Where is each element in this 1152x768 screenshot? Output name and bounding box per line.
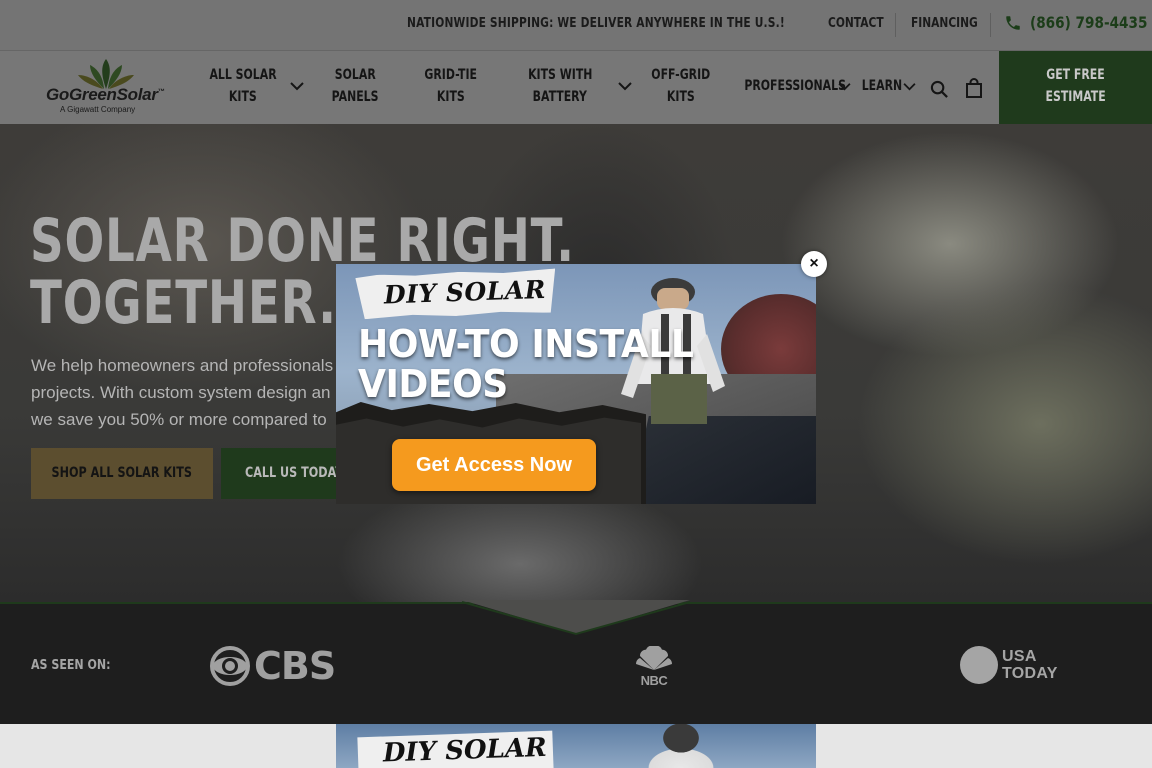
today-text: TODAY xyxy=(1002,665,1058,682)
popup-headline: HOW-TO INSTALL VIDEOS xyxy=(358,322,694,406)
section-divider-notch xyxy=(462,600,690,636)
get-access-now-button[interactable]: Get Access Now xyxy=(392,439,596,491)
contact-link[interactable]: CONTACT xyxy=(828,16,884,31)
chevron-down-icon[interactable] xyxy=(838,82,851,91)
diy-solar-tag: DIY SOLAR xyxy=(357,730,554,768)
diy-solar-video-thumbnail[interactable]: DIY SOLAR xyxy=(336,724,816,768)
cbs-logo: CBS xyxy=(210,644,336,688)
chevron-down-icon[interactable] xyxy=(290,81,304,91)
nav-solar-panels[interactable]: SOLAR PANELS xyxy=(318,64,392,108)
phone-number: (866) 798-4435 xyxy=(1030,13,1148,32)
nav-learn[interactable]: LEARN xyxy=(856,75,904,97)
nav-professionals[interactable]: PROFESSIONALS xyxy=(730,75,846,97)
cbs-text: CBS xyxy=(254,644,336,688)
diy-video-popup[interactable]: DIY SOLAR HOW-TO INSTALL VIDEOS Get Acces… xyxy=(336,264,816,504)
divider xyxy=(895,13,896,37)
phone-icon xyxy=(1006,15,1020,30)
logo[interactable]: GoGreenSolar™ A Gigawatt Company xyxy=(44,59,174,117)
shop-all-solar-kits-button[interactable]: SHOP ALL SOLAR KITS xyxy=(31,448,213,499)
nav-kits-with-battery[interactable]: KITS WITH BATTERY xyxy=(515,64,605,108)
usa-text: USA xyxy=(1002,648,1037,665)
divider xyxy=(990,13,991,37)
search-icon[interactable] xyxy=(930,80,949,99)
usa-today-logo: USA TODAY xyxy=(960,646,1058,684)
usa-today-circle-icon xyxy=(960,646,998,684)
cbs-eye-icon xyxy=(210,646,250,686)
get-free-estimate-button[interactable]: GET FREE ESTIMATE xyxy=(999,51,1152,124)
nbc-logo: NBC xyxy=(634,645,674,688)
as-seen-on-label: AS SEEN ON: xyxy=(31,658,111,673)
cart-bag-icon[interactable] xyxy=(965,78,983,98)
nbc-text: NBC xyxy=(640,673,668,688)
nav-grid-tie-kits[interactable]: GRID-TIE KITS xyxy=(412,64,490,108)
chevron-down-icon[interactable] xyxy=(618,81,632,91)
nav-off-grid-kits[interactable]: OFF-GRID KITS xyxy=(642,64,720,108)
logo-tagline: A Gigawatt Company xyxy=(60,105,136,114)
top-bar: NATIONWIDE SHIPPING: WE DELIVER ANYWHERE… xyxy=(0,0,1152,51)
chevron-down-icon[interactable] xyxy=(903,82,916,91)
nbc-peacock-icon xyxy=(635,645,673,670)
shipping-banner: NATIONWIDE SHIPPING: WE DELIVER ANYWHERE… xyxy=(407,16,785,31)
next-section: DIY SOLAR xyxy=(0,724,1152,768)
main-nav: GoGreenSolar™ A Gigawatt Company ALL SOL… xyxy=(0,51,1152,124)
phone-link[interactable]: (866) 798-4435 xyxy=(1004,13,1152,32)
diy-solar-tag: DIY SOLAR xyxy=(355,269,556,320)
nav-all-solar-kits[interactable]: ALL SOLAR KITS xyxy=(198,64,288,108)
logo-text: GoGreenSolar™ xyxy=(46,85,165,104)
close-icon[interactable]: × xyxy=(801,251,827,277)
financing-link[interactable]: FINANCING xyxy=(911,16,978,31)
installer-image xyxy=(636,724,726,768)
